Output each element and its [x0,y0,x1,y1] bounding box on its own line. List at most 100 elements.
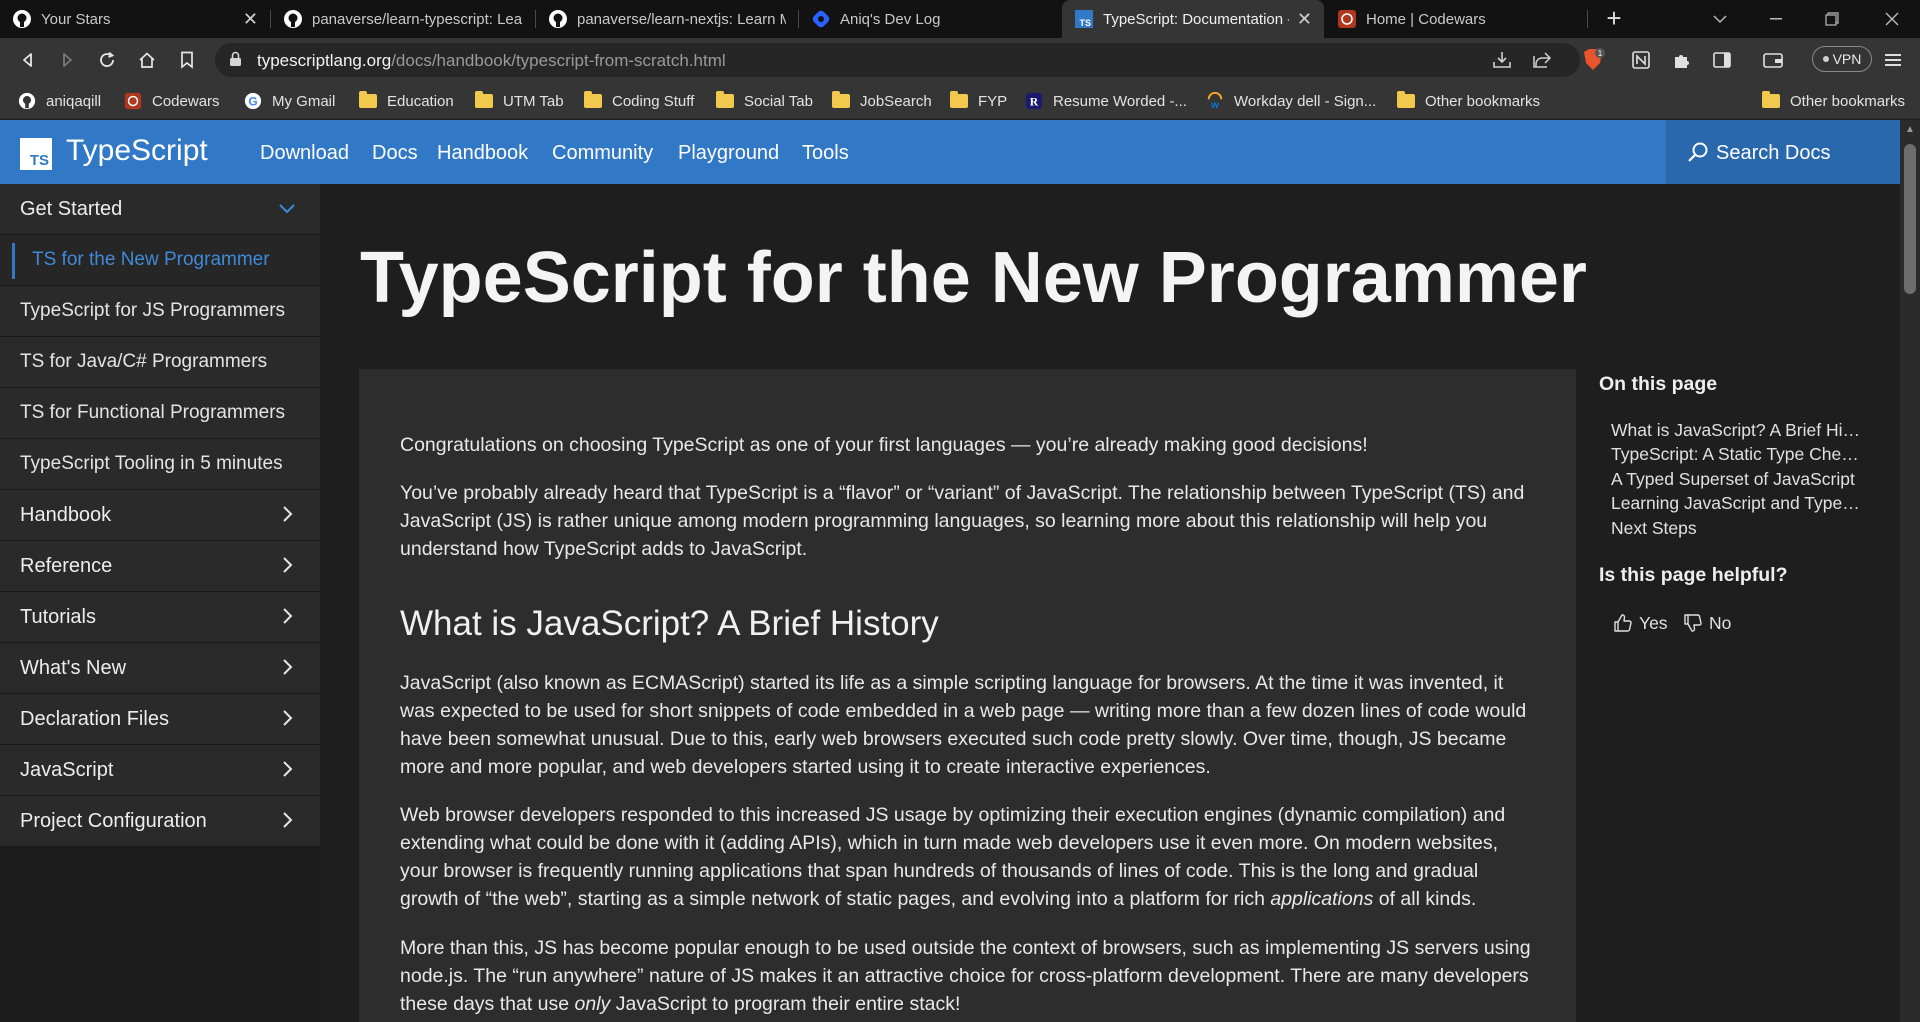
back-icon[interactable] [14,46,42,74]
share-icon[interactable] [1532,51,1552,74]
sidebar-section-get-started[interactable]: Get Started [0,184,320,235]
sidebar-item-ts-js-programmers[interactable]: TypeScript for JS Programmers [0,286,320,337]
bookmark-folder-jobsearch[interactable]: JobSearch [832,88,932,114]
new-tab-button[interactable]: + [1600,5,1628,33]
sidebar-item-ts-tooling[interactable]: TypeScript Tooling in 5 minutes [0,439,320,490]
sidebar-item-label: TypeScript Tooling in 5 minutes [20,453,283,474]
bookmark-label: UTM Tab [503,92,564,110]
install-app-icon[interactable] [1492,51,1512,74]
url-text[interactable]: typescriptlang.org/docs/handbook/typescr… [257,51,726,71]
feedback-yes-button[interactable]: Yes [1613,610,1668,636]
toc-link[interactable]: Learning JavaScript and TypeS... [1611,493,1861,514]
browser-tab-dev-log[interactable]: Aniq's Dev Log [799,0,1061,38]
chevron-down-icon [278,199,296,222]
bookmark-folder-education[interactable]: Education [359,88,454,114]
browser-tab-strip: Your Stars ✕ panaverse/learn-typescript:… [0,0,1920,38]
feedback-no-label: No [1709,612,1732,633]
toc-link[interactable]: Next Steps [1611,518,1861,539]
sidebar-section-project-configuration[interactable]: Project Configuration [0,796,320,847]
browser-tab-your-stars[interactable]: Your Stars ✕ [0,0,270,38]
sidebar-toggle-icon[interactable] [1709,47,1735,73]
sidebar-section-declaration-files[interactable]: Declaration Files [0,694,320,745]
sidebar-section-whats-new[interactable]: What's New [0,643,320,694]
vpn-button[interactable]: VPN [1812,46,1872,72]
sidebar-section-tutorials[interactable]: Tutorials [0,592,320,643]
bookmark-label: aniqaqill [46,92,102,110]
tab-label: Aniq's Dev Log [840,10,941,28]
sidebar-section-javascript[interactable]: JavaScript [0,745,320,796]
bookmark-icon[interactable] [173,46,201,74]
scroll-up-arrow-icon[interactable]: ▲ [1905,124,1915,135]
browser-tab-typescript-docs[interactable]: TS TypeScript: Documentation - ✕ [1062,0,1324,38]
paragraph: You’ve probably already heard that TypeS… [400,482,1525,560]
feedback-yes-label: Yes [1639,612,1668,633]
search-docs-button[interactable]: Search Docs [1666,120,1900,184]
brave-shields-icon[interactable]: 1 [1580,47,1606,73]
notion-extension-icon[interactable] [1628,47,1654,73]
github-icon [283,9,303,29]
bookmark-folder-other[interactable]: Other bookmarks [1397,88,1540,114]
toc-link[interactable]: What is JavaScript? A Brief His... [1611,420,1861,441]
nav-docs[interactable]: Docs [372,142,418,165]
home-icon[interactable] [133,46,161,74]
bookmark-folder-fyp[interactable]: FYP [950,88,1007,114]
sidebar-section-label: What's New [20,657,127,679]
folder-icon [716,91,734,110]
menu-icon[interactable] [1880,47,1906,73]
lock-icon[interactable] [229,51,242,72]
sidebar-section-reference[interactable]: Reference [0,541,320,592]
sidebar-item-ts-java-csharp[interactable]: TS for Java/C# Programmers [0,337,320,388]
folder-icon [359,91,377,110]
bookmark-workday[interactable]: w Workday dell - Sign... [1206,88,1376,114]
toc-link[interactable]: A Typed Superset of JavaScript [1611,469,1861,490]
sidebar-section-label: JavaScript [20,759,114,781]
bookmark-label: Social Tab [744,92,813,110]
close-window-icon[interactable] [1864,0,1920,38]
bookmark-folder-utm-tab[interactable]: UTM Tab [475,88,564,114]
toc-link[interactable]: TypeScript: A Static Type Chec... [1611,444,1861,465]
bookmark-codewars[interactable]: Codewars [124,88,220,114]
bookmark-my-gmail[interactable]: G My Gmail [244,88,335,114]
search-docs-label: Search Docs [1716,142,1831,164]
bookmark-label: Other bookmarks [1790,92,1906,110]
forward-icon[interactable] [53,46,81,74]
tab-label: Your Stars [41,10,111,28]
nav-community[interactable]: Community [552,142,653,165]
close-tab-icon[interactable]: ✕ [1297,9,1312,30]
nav-playground[interactable]: Playground [678,142,779,165]
browser-tab-learn-typescript[interactable]: panaverse/learn-typescript: Learn [271,0,535,38]
nav-handbook[interactable]: Handbook [437,142,528,165]
bookmark-folder-social-tab[interactable]: Social Tab [716,88,813,114]
scrollbar-thumb[interactable] [1904,144,1916,294]
site-brand[interactable]: TypeScript [66,134,208,168]
vpn-label: VPN [1832,51,1862,67]
folder-icon [1397,91,1415,110]
close-tab-icon[interactable]: ✕ [243,9,258,30]
folder-icon [950,91,968,110]
wallet-icon[interactable] [1760,47,1786,73]
bookmark-folder-other-right[interactable]: Other bookmarks [1762,88,1905,114]
nav-download[interactable]: Download [260,142,349,165]
sidebar-section-handbook[interactable]: Handbook [0,490,320,541]
browser-tab-codewars[interactable]: Home | Codewars [1325,0,1587,38]
tab-search-chevron-icon[interactable] [1692,0,1748,38]
bookmark-resume-worded[interactable]: R Resume Worded -... [1025,88,1187,114]
extensions-puzzle-icon[interactable] [1669,47,1695,73]
page-scrollbar[interactable]: ▲ [1900,120,1920,1022]
browser-tab-learn-nextjs[interactable]: panaverse/learn-nextjs: Learn Mo [536,0,798,38]
bookmark-folder-coding-stuff[interactable]: Coding Stuff [584,88,694,114]
restore-window-icon[interactable] [1804,0,1860,38]
reload-icon[interactable] [93,46,121,74]
resume-worded-icon: R [1025,92,1043,110]
bookmark-label: My Gmail [272,92,336,110]
feedback-no-button[interactable]: No [1683,610,1731,636]
minimize-window-icon[interactable] [1748,0,1804,38]
nav-tools[interactable]: Tools [802,142,849,165]
address-bar[interactable]: typescriptlang.org/docs/handbook/typescr… [215,43,1580,77]
chevron-right-icon [278,709,296,732]
sidebar-item-ts-new-programmer[interactable]: TS for the New Programmer [0,235,320,286]
typescript-logo-icon[interactable]: TS [20,138,52,170]
bookmark-label: Workday dell - Sign... [1234,92,1377,110]
sidebar-item-ts-functional[interactable]: TS for Functional Programmers [0,388,320,439]
bookmark-aniqaqill[interactable]: aniqaqill [18,88,101,114]
